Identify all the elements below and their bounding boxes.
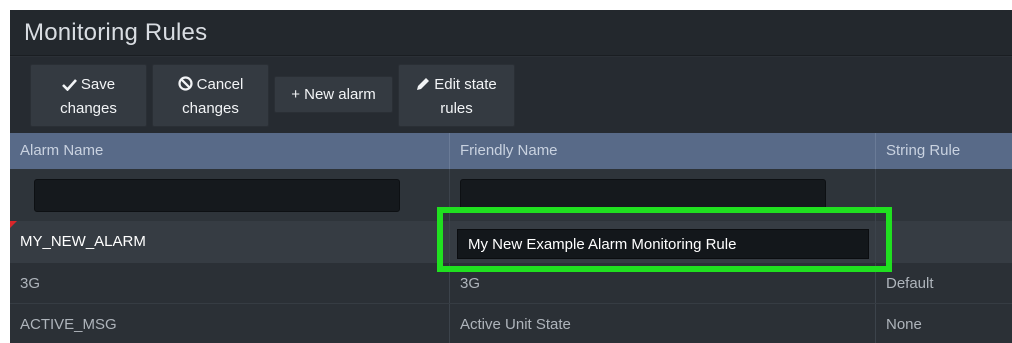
friendly-name-cell: Active Unit State [450,304,876,343]
edit-state-rules-button[interactable]: Edit state rules [398,64,515,127]
column-header-alarm-name[interactable]: Alarm Name [10,133,450,169]
filter-row [10,169,1012,221]
filter-cell-friendly-name [450,169,876,221]
column-header-friendly-name[interactable]: Friendly Name [450,133,876,169]
table-row[interactable]: ACTIVE_MSG Active Unit State None [10,303,1012,343]
filter-cell-string-rule [876,169,1012,221]
new-alarm-button[interactable]: + New alarm [274,76,393,113]
friendly-name-edit-input[interactable] [457,229,869,259]
table-row[interactable]: 3G 3G Default [10,262,1012,304]
page-title: Monitoring Rules [24,19,208,46]
pencil-icon [416,76,430,98]
save-label-line2: changes [60,100,117,117]
alarm-name-cell: 3G [10,263,450,304]
edit-state-label-line2: rules [440,100,473,117]
string-rule-cell[interactable] [876,221,1012,262]
cancel-changes-button[interactable]: Cancel changes [152,64,269,127]
cancel-label-line2: changes [182,100,239,117]
cancel-label-line1: Cancel [196,76,244,93]
save-changes-button[interactable]: Save changes [30,64,147,127]
string-rule-cell[interactable]: None [876,304,1012,343]
table-row-editing[interactable]: MY_NEW_ALARM [10,221,1012,262]
friendly-name-filter-input[interactable] [460,179,826,212]
new-alarm-label: + New alarm [291,86,376,103]
friendly-name-cell: 3G [450,263,876,304]
title-bar: Monitoring Rules [10,10,1012,56]
table-header: Alarm Name Friendly Name String Rule [10,133,1012,169]
alarm-name-cell: ACTIVE_MSG [10,304,450,343]
check-icon [61,76,77,98]
monitoring-rules-panel: Monitoring Rules Save changes Cancel cha… [10,10,1012,343]
alarm-name-filter-input[interactable] [34,179,400,212]
toolbar: Save changes Cancel changes + New alarm … [10,57,1012,133]
string-rule-cell[interactable]: Default [876,263,1012,304]
edit-state-label-line1: Edit state [434,76,497,93]
no-entry-icon [178,76,193,98]
alarm-name-cell: MY_NEW_ALARM [10,221,450,262]
save-label-line1: Save [80,76,116,93]
column-header-string-rule[interactable]: String Rule [876,133,1012,169]
filter-cell-alarm-name [10,169,450,221]
